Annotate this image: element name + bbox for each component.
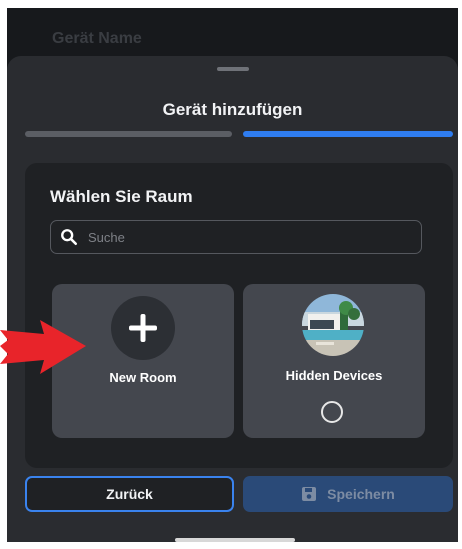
device-name-label: Gerät Name — [52, 30, 142, 47]
sheet-drag-handle[interactable] — [217, 67, 249, 71]
hidden-devices-card[interactable]: Hidden Devices — [243, 284, 425, 438]
save-icon — [302, 487, 317, 501]
progress-step-1 — [25, 131, 232, 137]
home-indicator[interactable] — [175, 538, 295, 542]
save-button[interactable]: Speichern — [243, 476, 453, 512]
progress-step-2 — [243, 131, 453, 137]
hidden-devices-label: Hidden Devices — [285, 368, 383, 383]
panel-title: Wählen Sie Raum — [50, 187, 193, 206]
plus-circle — [111, 296, 175, 360]
add-device-sheet: Gerät hinzufügen Wählen Sie Raum Suche N… — [7, 56, 458, 542]
search-input[interactable] — [86, 228, 421, 246]
search-icon — [61, 229, 78, 246]
save-button-label: Speichern — [327, 486, 395, 502]
back-button-label: Zurück — [106, 486, 153, 502]
plus-icon — [129, 314, 157, 342]
back-button[interactable]: Zurück — [25, 476, 234, 512]
select-radio[interactable] — [321, 401, 343, 423]
search-field[interactable] — [50, 220, 422, 254]
app-screen: Gerät Name Gerät hinzufügen Wählen Sie R… — [7, 8, 458, 542]
red-arrow-annotation — [0, 320, 86, 374]
sheet-title: Gerät hinzufügen — [162, 100, 303, 119]
room-photo-image — [302, 294, 364, 356]
